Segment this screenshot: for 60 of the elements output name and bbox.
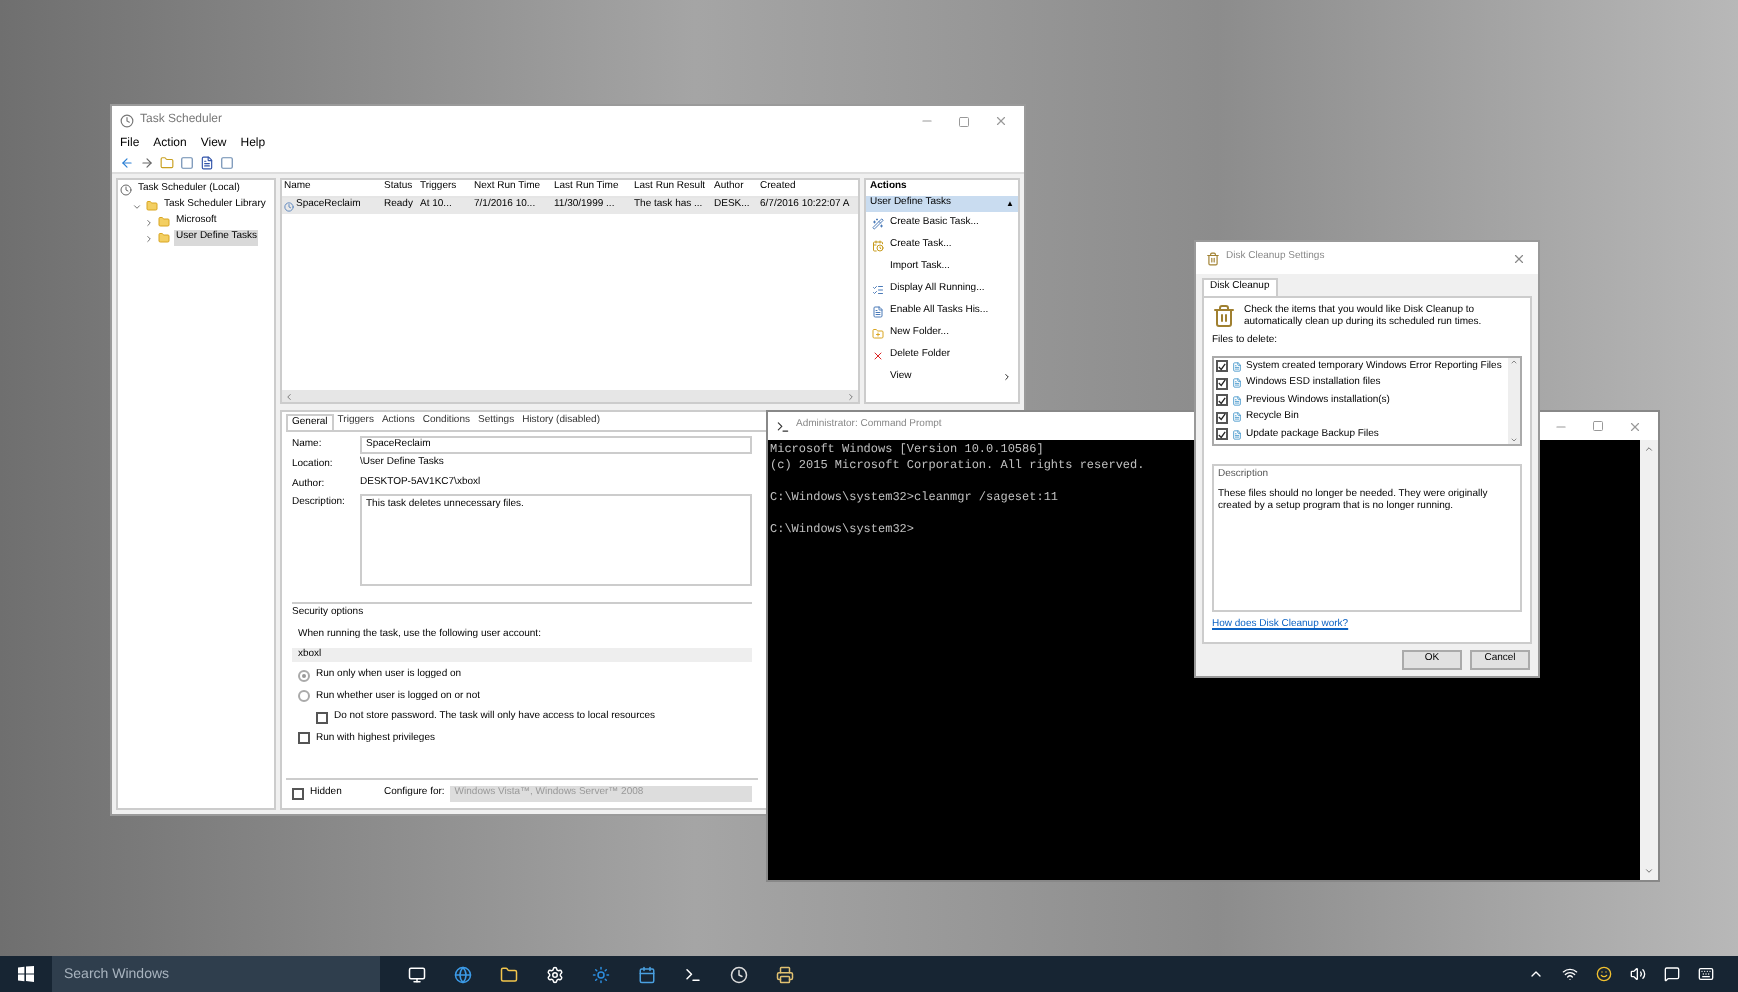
calendar-icon[interactable] [638,965,656,983]
panel-icon[interactable] [220,156,234,170]
back-icon[interactable] [120,156,134,170]
checkbox[interactable] [298,732,310,745]
file-icon [1232,378,1242,389]
delete-icon [872,349,884,361]
close-icon[interactable] [1512,251,1526,265]
clock-icon [120,184,132,196]
radio-button[interactable] [298,669,310,682]
keyboard-icon[interactable] [1698,966,1714,982]
folder-icon [872,327,884,339]
wand-icon [872,217,884,229]
checkbox[interactable] [1216,411,1228,424]
checkbox[interactable] [1216,360,1228,373]
checkbox[interactable] [1216,428,1228,441]
scroll-up-icon[interactable] [1644,444,1654,454]
sun-icon[interactable] [592,965,610,983]
checkbox[interactable] [1216,394,1228,407]
expand-icon[interactable] [144,233,154,243]
submenu-icon [1002,372,1012,382]
clock-icon[interactable] [730,965,748,983]
expand-icon[interactable] [132,201,142,211]
close-icon[interactable] [1628,419,1642,433]
close-icon[interactable] [994,114,1008,128]
file-icon [1232,395,1242,406]
folder-icon [158,232,170,244]
clock-icon [120,114,134,128]
settings-icon[interactable] [546,965,564,983]
caret-icon[interactable] [1528,966,1544,982]
checkbox[interactable] [316,711,328,724]
task-icon [284,201,294,211]
panel-icon[interactable] [180,156,194,170]
checkbox[interactable] [1216,377,1228,390]
radio-button[interactable] [298,690,310,703]
notification-icon[interactable] [1664,966,1680,982]
smiley-icon[interactable] [1596,966,1612,982]
folder-icon[interactable] [500,965,518,983]
task-view-icon[interactable] [408,965,426,983]
windows-logo-icon[interactable] [18,966,34,982]
maximize-icon[interactable] [958,115,970,127]
network-icon[interactable] [1562,966,1578,982]
maximize-icon[interactable] [1592,420,1604,432]
list-icon [872,283,884,295]
forward-icon[interactable] [140,156,154,170]
calendar-icon [872,239,884,251]
document-icon [872,305,884,317]
checkbox[interactable] [292,788,304,800]
terminal-icon[interactable] [684,965,702,983]
vertical-scrollbar[interactable] [1640,440,1658,880]
vertical-scrollbar[interactable] [1508,357,1520,444]
browser-icon[interactable] [454,965,472,983]
volume-icon[interactable] [1630,966,1646,982]
terminal-icon [776,419,790,433]
folder-icon [158,216,170,228]
folder-icon [146,200,158,212]
expand-icon[interactable] [144,217,154,227]
file-icon [1232,361,1242,372]
file-icon [1232,412,1242,423]
file-icon [1232,429,1242,440]
scroll-down-icon[interactable] [1644,866,1654,876]
